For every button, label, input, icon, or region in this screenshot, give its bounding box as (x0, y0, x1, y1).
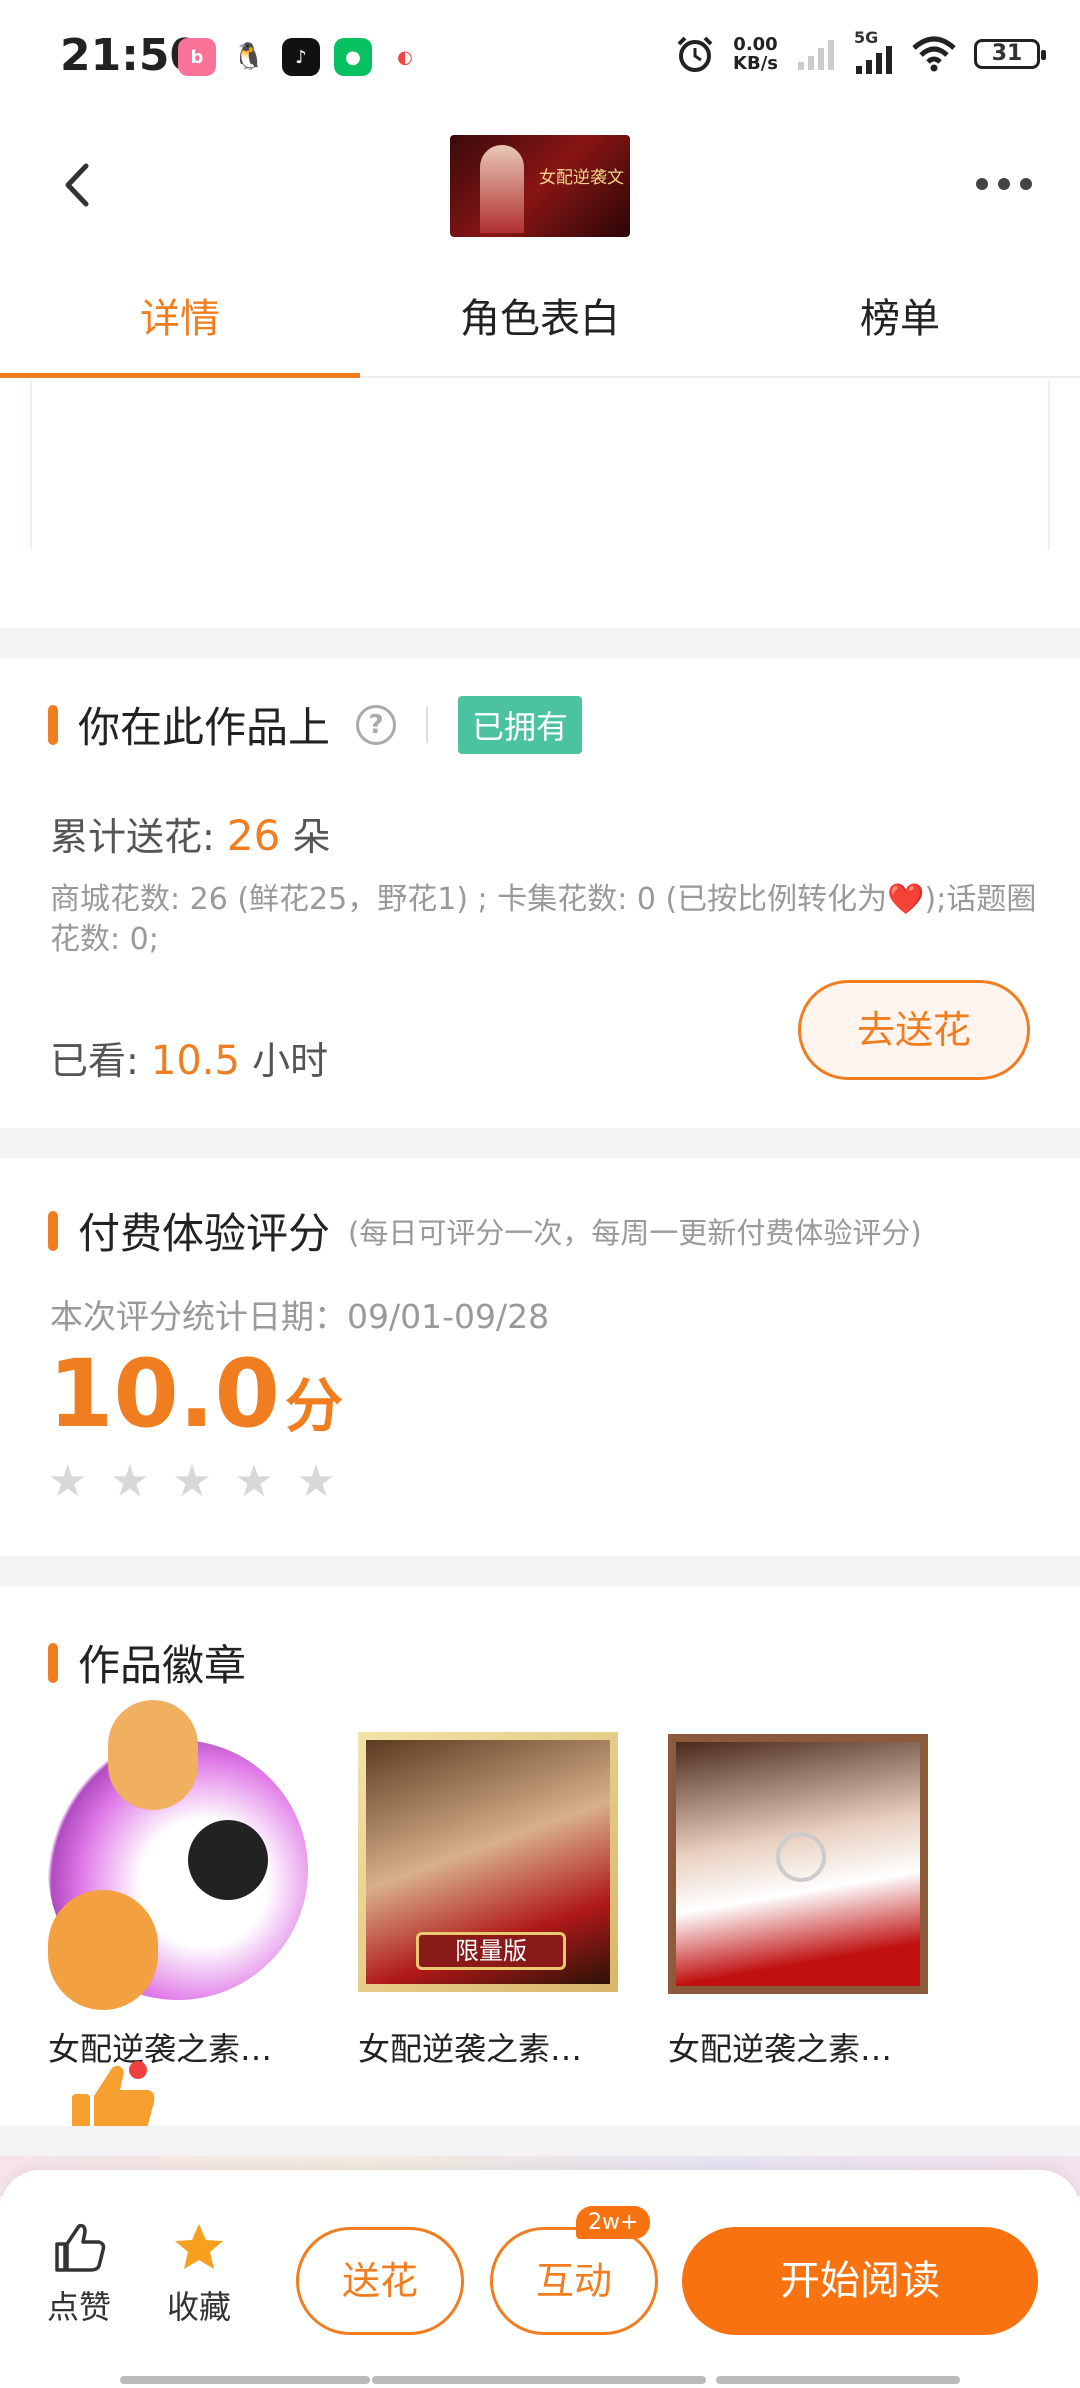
tab-details[interactable]: 详情 (0, 260, 360, 378)
star-icon (175, 2224, 223, 2269)
bottom-action-bar: 点赞 收藏 送花 互动 2w+ 开始阅读 (0, 2170, 1080, 2388)
score-value: 10.0 (48, 1340, 280, 1449)
app-icon: ◐ (386, 38, 424, 76)
section-divider (0, 1128, 1080, 1158)
ownership-title: 你在此作品上 (78, 703, 331, 752)
badge-label: 女配逆袭之素… (358, 2030, 583, 2068)
flowers-total: 累计送花: 26 朵 (50, 806, 330, 861)
status-bar: 21:50 b 🐧 ♪ ● ◐ 0.00 KB/s 5G 31 (0, 0, 1080, 110)
send-flower-pill[interactable]: 送花 (296, 2227, 464, 2335)
badge-image[interactable] (668, 1734, 928, 1994)
star-icon[interactable]: ★ (296, 1460, 336, 1504)
cover-figure (480, 145, 524, 233)
net-speed-value: 0.00 (733, 34, 778, 55)
battery-indicator: 31 (974, 39, 1046, 69)
signal-5g-icon: 5G (854, 28, 894, 76)
gesture-bar (372, 2376, 706, 2384)
badge-image[interactable]: 限量版 (358, 1732, 618, 1992)
top-navigation: 女配逆袭文 (0, 110, 1080, 260)
cover-thumbnail[interactable]: 女配逆袭文 (450, 135, 630, 237)
back-icon[interactable] (58, 160, 98, 210)
tab-rankings[interactable]: 榜单 (720, 260, 1080, 376)
interact-count-badge: 2w+ (576, 2206, 651, 2239)
glasses-figure (776, 1832, 826, 1882)
help-icon[interactable]: ? (356, 704, 397, 745)
wechat-icon: ● (334, 38, 372, 76)
divider (426, 706, 429, 743)
tab-character-confession[interactable]: 角色表白 (360, 260, 720, 376)
star-icon[interactable]: ★ (172, 1460, 212, 1504)
start-reading-button[interactable]: 开始阅读 (682, 2227, 1038, 2335)
mascot-figure (108, 1700, 198, 1810)
badge-label: 女配逆袭之素… (668, 2030, 893, 2068)
rating-period: 本次评分统计日期：09/01-09/28 (50, 1297, 550, 1336)
favorite-button[interactable]: 收藏 (154, 2220, 244, 2328)
flowers-label: 累计送花: (50, 815, 215, 859)
watched-time: 已看: 10.5 小时 (50, 1030, 328, 1085)
section-marker (48, 1210, 58, 1251)
rating-stars[interactable]: ★ ★ ★ ★ ★ (48, 1460, 353, 1504)
owned-badge: 已拥有 (458, 695, 583, 754)
mascot-figure (48, 1890, 158, 2010)
chibi-figure (188, 1820, 268, 1900)
net-speed-unit: KB/s (733, 53, 778, 74)
network-speed: 0.00 KB/s (733, 35, 778, 73)
badge-image[interactable] (48, 1700, 308, 2010)
like-button[interactable]: 点赞 (34, 2220, 124, 2328)
watched-unit: 小时 (252, 1039, 329, 1083)
section-divider (0, 628, 1080, 658)
gesture-bar (120, 2376, 370, 2384)
badges-title: 作品徽章 (78, 1641, 247, 1690)
tab-bar: 详情 角色表白 榜单 (0, 260, 1080, 378)
send-flower-button[interactable]: 去送花 (798, 980, 1030, 1080)
badges-header: 作品徽章 (48, 1632, 246, 1693)
star-icon[interactable]: ★ (48, 1460, 88, 1504)
flowers-unit: 朵 (292, 815, 331, 859)
bilibili-icon: b (178, 38, 216, 76)
favorite-label: 收藏 (166, 2288, 231, 2326)
section-divider (0, 1556, 1080, 1586)
watched-label: 已看: (50, 1039, 139, 1083)
notification-icons: b 🐧 ♪ ● ◐ (178, 38, 424, 76)
ownership-header: 你在此作品上 ? 已拥有 (48, 694, 583, 755)
limited-edition-tag: 限量版 (416, 1932, 566, 1970)
score-unit: 分 (285, 1372, 344, 1440)
section-divider (0, 2126, 1080, 2156)
flowers-value: 26 (226, 811, 281, 860)
star-icon[interactable]: ★ (110, 1460, 150, 1504)
signal-weak-icon (798, 40, 834, 70)
section-marker (48, 1642, 58, 1683)
previous-card-edge (30, 380, 1050, 550)
wifi-icon (912, 36, 956, 72)
interact-button[interactable]: 互动 (490, 2227, 658, 2335)
alarm-icon (677, 36, 713, 72)
tiktok-icon: ♪ (282, 38, 320, 76)
flowers-detail: 商城花数: 26 (鲜花25，野花1) ; 卡集花数: 0 (已按比例转化为❤️… (50, 882, 1037, 957)
qq-icon: 🐧 (230, 38, 268, 76)
rating-header: 付费体验评分 (每日可评分一次，每周一更新付费体验评分) (48, 1200, 922, 1261)
cover-title: 女配逆袭文 (539, 168, 624, 188)
gesture-bar (716, 2376, 960, 2384)
rating-score: 10.0 分 (48, 1340, 343, 1449)
star-icon[interactable]: ★ (234, 1460, 274, 1504)
section-marker (48, 704, 58, 745)
rating-title: 付费体验评分 (78, 1209, 331, 1258)
rating-note: (每日可评分一次，每周一更新付费体验评分) (348, 1215, 922, 1250)
watched-value: 10.5 (150, 1038, 240, 1084)
like-label: 点赞 (46, 2288, 111, 2326)
thumbs-up-icon (55, 2223, 106, 2272)
more-options-icon[interactable] (976, 178, 1032, 190)
signal-5g-label: 5G (854, 28, 879, 47)
